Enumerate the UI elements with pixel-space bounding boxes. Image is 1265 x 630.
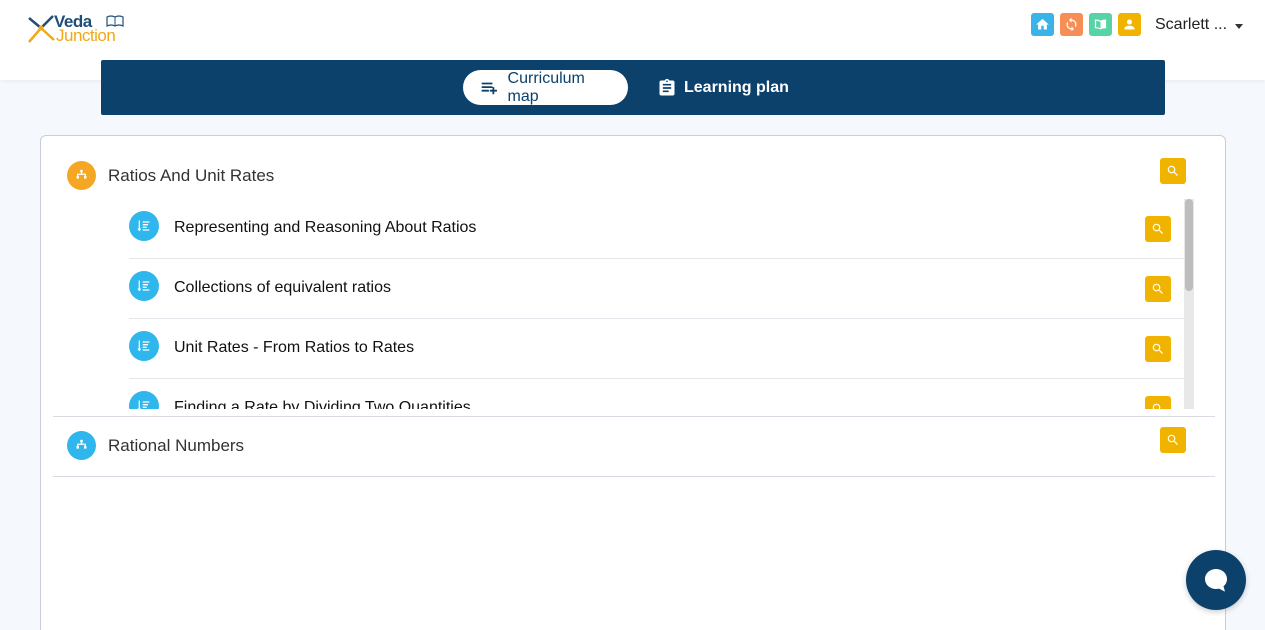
search-icon	[1152, 403, 1161, 409]
logo-star-icon	[28, 15, 55, 43]
lesson-scrollbar-thumb[interactable]	[1185, 199, 1193, 291]
curriculum-panel: Ratios And Unit Rates Representing and R…	[40, 135, 1226, 630]
lesson-sort-icon	[129, 391, 159, 409]
lesson-sort-icon	[129, 331, 159, 361]
user-menu[interactable]: Scarlett ...	[1155, 16, 1244, 34]
refresh-icon	[1066, 17, 1077, 32]
search-icon	[1152, 343, 1163, 354]
user-name-label: Scarlett ...	[1155, 16, 1228, 33]
lesson-search-button[interactable]	[1145, 396, 1171, 409]
lesson-sort-icon	[129, 211, 159, 241]
chevron-down-icon	[1235, 23, 1244, 29]
lesson-item[interactable]: Collections of equivalent ratios	[129, 259, 1185, 319]
search-icon	[1167, 165, 1178, 176]
search-icon	[1167, 434, 1178, 445]
playlist-add-icon	[481, 82, 497, 94]
tab-curriculum-map-label: Curriculum map	[507, 69, 585, 105]
unit-search-button[interactable]	[1160, 427, 1186, 453]
lesson-title: Finding a Rate by Dividing Two Quantitie…	[174, 399, 471, 409]
lesson-search-button[interactable]	[1145, 336, 1171, 362]
lesson-search-button[interactable]	[1145, 216, 1171, 242]
home-button[interactable]	[1031, 13, 1054, 36]
tab-curriculum-map[interactable]: Curriculum map	[463, 70, 628, 105]
chat-bubble-icon	[1205, 569, 1227, 592]
unit-hierarchy-icon	[67, 431, 96, 460]
view-tab-bar: Curriculum map Learning plan	[101, 60, 1165, 115]
logo-text-junction: Junction	[56, 26, 116, 45]
tab-learning-plan[interactable]: Learning plan	[641, 70, 799, 105]
book-icon	[1094, 19, 1107, 30]
unit-hierarchy-icon	[67, 161, 96, 190]
clipboard-icon	[659, 78, 675, 95]
lesson-list[interactable]: Representing and Reasoning About Ratios …	[129, 199, 1189, 409]
lesson-item[interactable]: Unit Rates - From Ratios to Rates	[129, 319, 1185, 379]
lesson-sort-icon	[129, 271, 159, 301]
profile-button[interactable]	[1118, 13, 1141, 36]
person-icon	[1124, 19, 1135, 30]
logo-book-icon	[106, 15, 124, 27]
chat-launcher-button[interactable]	[1186, 550, 1246, 610]
lesson-title: Collections of equivalent ratios	[174, 279, 392, 296]
unit-row[interactable]: Ratios And Unit Rates	[53, 136, 1215, 198]
book-button[interactable]	[1089, 13, 1112, 36]
unit-title: Ratios And Unit Rates	[108, 166, 275, 185]
lesson-search-button[interactable]	[1145, 276, 1171, 302]
tab-learning-plan-label: Learning plan	[684, 78, 789, 96]
lesson-title: Unit Rates - From Ratios to Rates	[174, 339, 415, 356]
veda-junction-logo[interactable]: Veda Junction	[26, 12, 126, 46]
search-icon	[1152, 283, 1163, 294]
lesson-title: Representing and Reasoning About Ratios	[174, 219, 477, 236]
unit-search-button[interactable]	[1160, 158, 1186, 184]
unit-row[interactable]: Rational Numbers	[53, 417, 1215, 477]
header-icon-group	[1031, 13, 1141, 36]
unit-divider	[53, 476, 1215, 477]
home-icon	[1036, 18, 1049, 30]
search-icon	[1152, 223, 1163, 234]
lesson-item[interactable]: Finding a Rate by Dividing Two Quantitie…	[129, 379, 1185, 409]
unit-title: Rational Numbers	[108, 436, 245, 455]
lesson-item[interactable]: Representing and Reasoning About Ratios	[129, 199, 1185, 259]
refresh-button[interactable]	[1060, 13, 1083, 36]
